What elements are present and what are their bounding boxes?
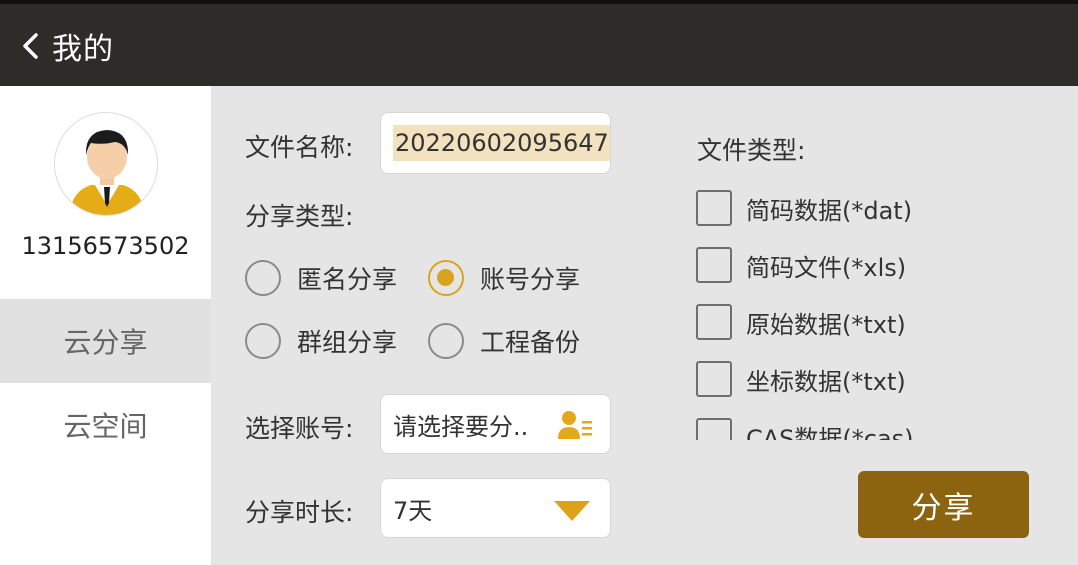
account-placeholder: 请选择要分.. bbox=[393, 412, 529, 441]
contact-select-icon[interactable] bbox=[558, 409, 592, 441]
avatar[interactable] bbox=[54, 112, 158, 216]
radio-label: 账号分享 bbox=[480, 265, 581, 294]
radio-circle bbox=[245, 323, 281, 359]
radio-label: 群组分享 bbox=[297, 328, 398, 357]
file-name-input[interactable]: 20220602095647 bbox=[380, 112, 611, 174]
file-type-label: 文件类型: bbox=[697, 136, 806, 165]
radio-label: 工程备份 bbox=[480, 328, 581, 357]
chevron-left-icon bbox=[23, 33, 38, 59]
share-type-label: 分享类型: bbox=[245, 202, 354, 231]
account-label: 选择账号: bbox=[245, 414, 354, 443]
radio-circle bbox=[428, 323, 464, 359]
checkbox-raw-data-txt[interactable]: 原始数据(*txt) bbox=[696, 304, 906, 340]
radio-group-share[interactable]: 群组分享 bbox=[245, 323, 397, 359]
radio-account-share[interactable]: 账号分享 bbox=[428, 260, 580, 296]
share-button[interactable]: 分享 bbox=[858, 471, 1029, 538]
phone-number: 13156573502 bbox=[21, 232, 190, 260]
radio-circle bbox=[428, 260, 464, 296]
checkbox-code-file-xls[interactable]: 简码文件(*xls) bbox=[696, 247, 906, 283]
radio-anonymous-share[interactable]: 匿名分享 bbox=[245, 260, 397, 296]
back-button[interactable]: 我的 bbox=[18, 26, 128, 67]
checkbox-code-data-dat[interactable]: 简码数据(*dat) bbox=[696, 190, 912, 226]
radio-project-backup[interactable]: 工程备份 bbox=[428, 323, 580, 359]
avatar-icon bbox=[69, 130, 145, 215]
file-name-value: 20220602095647 bbox=[393, 125, 610, 161]
duration-select[interactable]: 7天 bbox=[380, 478, 611, 538]
duration-value: 7天 bbox=[393, 496, 433, 525]
dropdown-triangle-icon bbox=[554, 501, 590, 521]
checkbox-square bbox=[696, 247, 732, 283]
checkbox-square bbox=[696, 361, 732, 397]
checkbox-cas-data[interactable]: CAS数据(*cas) bbox=[696, 418, 914, 440]
radio-label: 匿名分享 bbox=[297, 265, 398, 294]
sidebar: 13156573502 云分享 云空间 bbox=[0, 86, 211, 565]
sidebar-item-cloud-share[interactable]: 云分享 bbox=[0, 299, 211, 383]
checkbox-label: 坐标数据(*txt) bbox=[746, 367, 906, 396]
checkbox-label: CAS数据(*cas) bbox=[746, 424, 914, 441]
checkbox-coordinate-data-txt[interactable]: 坐标数据(*txt) bbox=[696, 361, 906, 397]
checkbox-square bbox=[696, 418, 732, 440]
sidebar-item-cloud-space[interactable]: 云空间 bbox=[0, 383, 211, 467]
checkbox-label: 原始数据(*txt) bbox=[746, 310, 906, 339]
page-title: 我的 bbox=[52, 32, 114, 67]
checkbox-label: 简码数据(*dat) bbox=[746, 196, 913, 225]
account-select[interactable]: 请选择要分.. bbox=[380, 394, 611, 454]
profile-section: 13156573502 bbox=[0, 86, 211, 299]
duration-label: 分享时长: bbox=[245, 498, 354, 527]
checkbox-square bbox=[696, 304, 732, 340]
header-bar: 我的 bbox=[0, 4, 1078, 86]
radio-circle bbox=[245, 260, 281, 296]
checkbox-label: 简码文件(*xls) bbox=[746, 253, 907, 282]
file-type-list[interactable]: 简码数据(*dat) 简码文件(*xls) 原始数据(*txt) 坐标数据(*t… bbox=[690, 180, 980, 440]
file-name-label: 文件名称: bbox=[245, 133, 354, 162]
checkbox-square bbox=[696, 190, 732, 226]
